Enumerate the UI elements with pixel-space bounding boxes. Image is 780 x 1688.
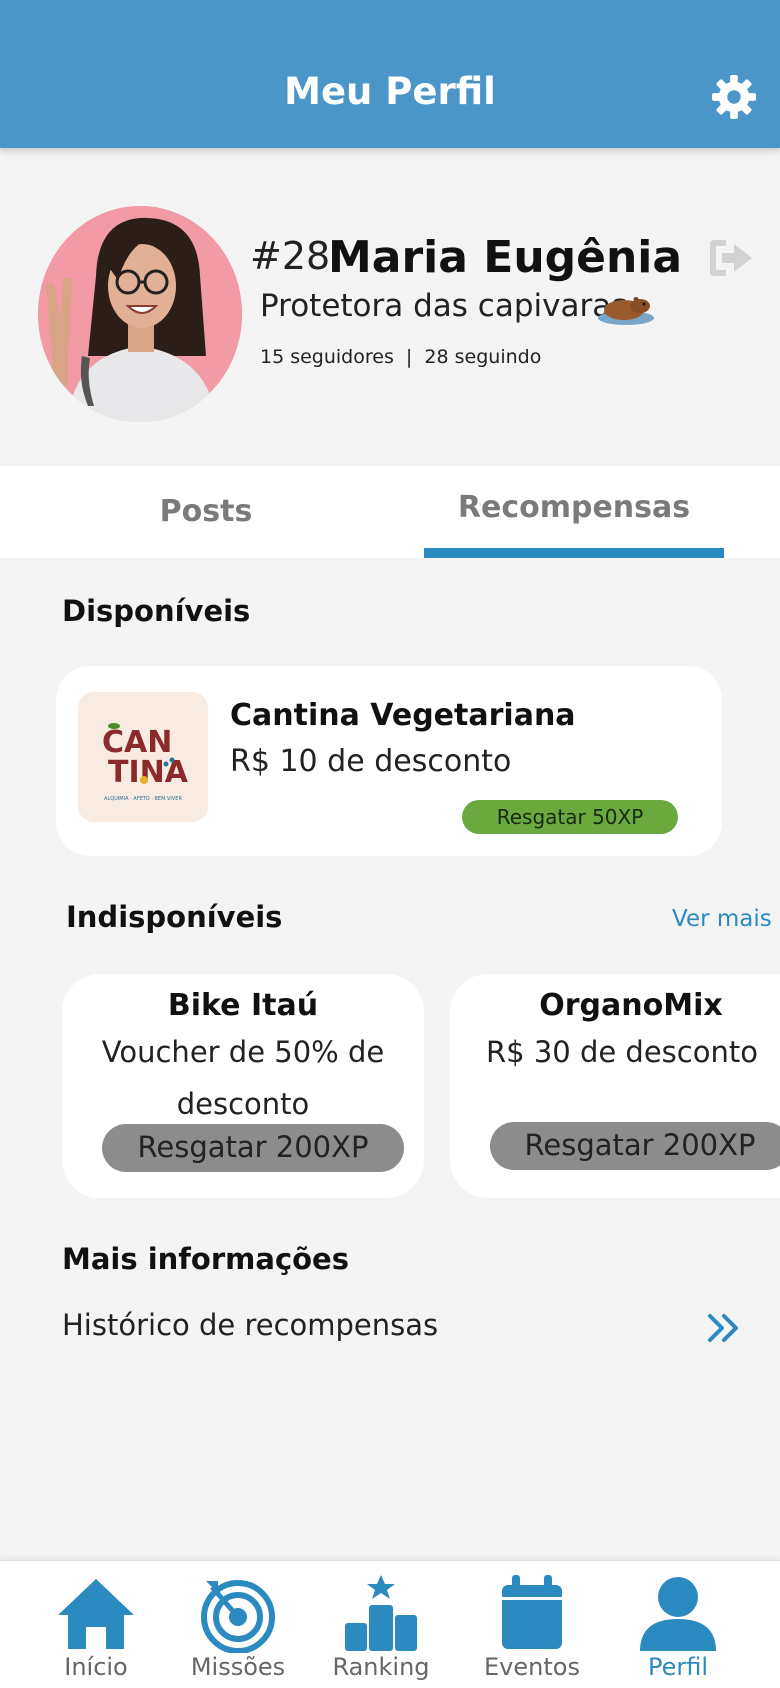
person-icon — [640, 1577, 716, 1651]
reward-title: Bike Itaú — [167, 988, 319, 1023]
reward-card-unavailable[interactable]: Bike Itaú Voucher de 50% de desconto Res… — [62, 974, 424, 1198]
gear-icon[interactable] — [711, 74, 757, 120]
more-info-section-title: Mais informações — [62, 1242, 349, 1276]
unavailable-section-title: Indisponíveis — [66, 900, 283, 934]
home-icon — [58, 1579, 134, 1649]
redeem-button[interactable]: Resgatar 50XP — [462, 800, 678, 834]
nav-item-perfil[interactable]: Perfil — [608, 1561, 748, 1688]
tab-posts[interactable]: Posts — [100, 466, 312, 558]
bottom-navigation: Início Missões Ranking Eventos Perfil — [0, 1560, 780, 1688]
capybara-icon — [598, 297, 654, 325]
profile-name: Maria Eugênia — [328, 232, 683, 283]
cantina-logo: CAN TINA ALQUIMIA · AFETO · BEM VIVER — [78, 692, 208, 822]
logout-icon[interactable] — [706, 238, 754, 278]
reward-description: Voucher de 50% de desconto — [101, 1035, 385, 1121]
profile-bio: Protetora das capivaras — [260, 288, 628, 324]
reward-description: R$ 10 de desconto — [230, 744, 512, 779]
nav-item-inicio[interactable]: Início — [26, 1561, 166, 1688]
nav-label: Missões — [190, 1653, 286, 1681]
see-more-link[interactable]: Ver mais — [672, 906, 772, 932]
logo-tagline: ALQUIMIA · AFETO · BEM VIVER — [104, 796, 182, 802]
nav-item-missoes[interactable]: Missões — [168, 1561, 308, 1688]
profile-tabs: Posts Recompensas — [0, 466, 780, 558]
reward-history-link[interactable]: Histórico de recompensas — [62, 1308, 438, 1342]
nav-item-eventos[interactable]: Eventos — [462, 1561, 602, 1688]
follow-stats[interactable]: 15 seguidores | 28 seguindo — [260, 346, 541, 368]
reward-description: R$ 30 de desconto — [486, 1035, 758, 1069]
redeem-button-disabled[interactable]: Resgatar 200XP — [490, 1122, 780, 1170]
reward-card-unavailable[interactable]: OrganoMix R$ 30 de desconto Resgatar 200… — [450, 974, 780, 1198]
nav-item-ranking[interactable]: Ranking — [311, 1561, 451, 1688]
tab-recompensas[interactable]: Recompensas — [424, 466, 724, 558]
reward-title: Cantina Vegetariana — [230, 698, 576, 733]
nav-label: Eventos — [484, 1653, 580, 1681]
nav-label: Início — [64, 1653, 128, 1681]
target-icon — [201, 1580, 275, 1653]
app-header: Meu Perfil — [0, 0, 780, 148]
active-tab-indicator — [424, 548, 724, 558]
avatar[interactable] — [38, 206, 242, 422]
reward-card-available[interactable]: CAN TINA ALQUIMIA · AFETO · BEM VIVER Ca… — [56, 666, 722, 856]
logo-line2: TINA — [108, 755, 189, 790]
available-section-title: Disponíveis — [62, 594, 251, 628]
page-title: Meu Perfil — [284, 70, 496, 113]
podium-icon — [345, 1575, 417, 1651]
nav-label: Perfil — [647, 1653, 709, 1681]
rank-number: #28 — [250, 234, 331, 278]
redeem-button-disabled[interactable]: Resgatar 200XP — [102, 1124, 404, 1172]
double-chevron-right-icon[interactable] — [706, 1310, 742, 1346]
profile-section: #28 Maria Eugênia Protetora das capivara… — [0, 150, 780, 466]
calendar-icon — [502, 1575, 562, 1649]
nav-label: Ranking — [332, 1653, 430, 1681]
reward-title: OrganoMix — [539, 988, 723, 1023]
